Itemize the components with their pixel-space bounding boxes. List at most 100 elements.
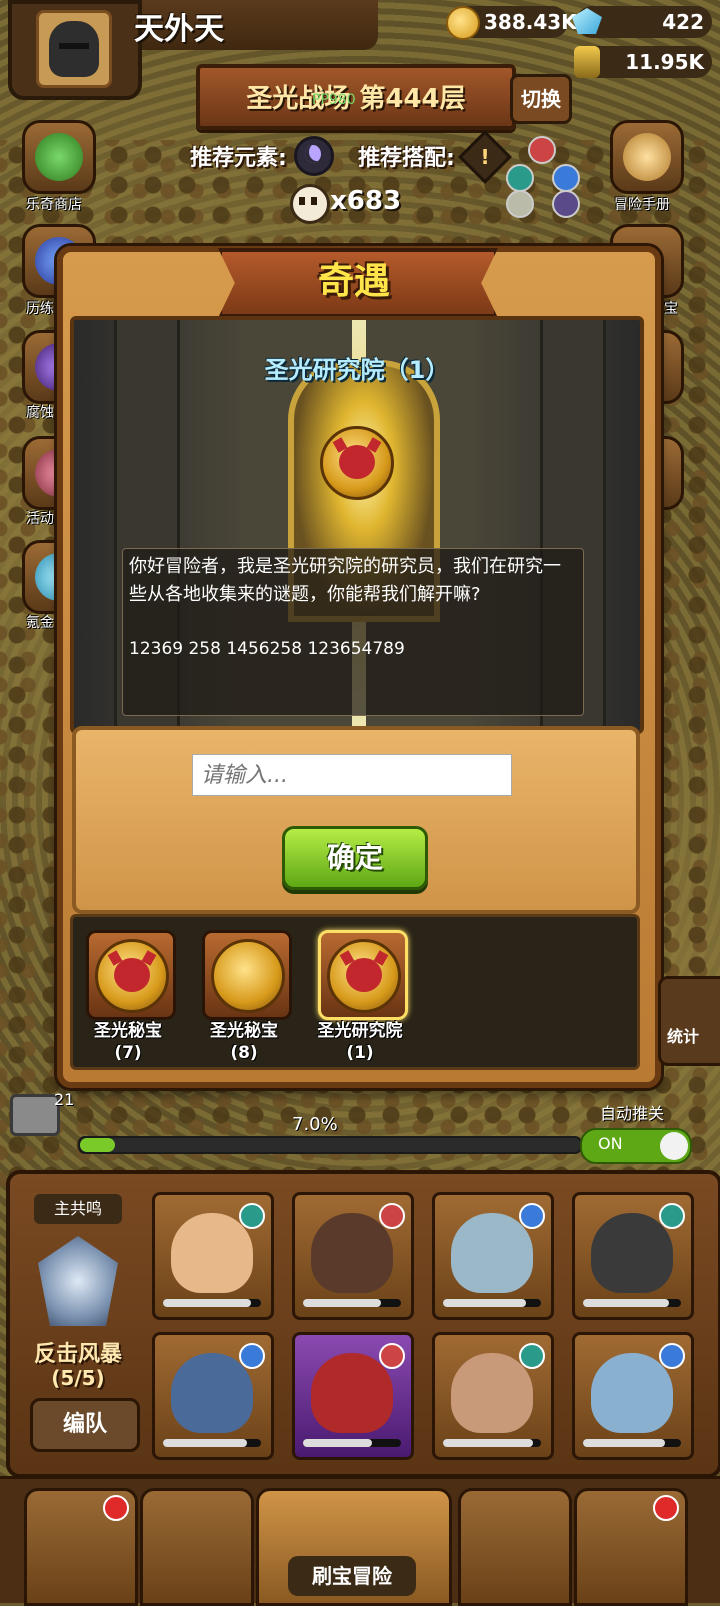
stage-banner: 圣光战场 第444层 PP980 [196, 64, 516, 130]
hero-portrait [171, 1353, 253, 1433]
moon-element-icon-small [552, 190, 580, 218]
adventure-manual-label: 冒险手册 [614, 197, 670, 213]
water-element-icon [239, 1343, 265, 1369]
stage-progress-bar [78, 1136, 582, 1154]
recharge-label: 氪金 [26, 615, 54, 631]
recommend-combo-label: 推荐搭配: [358, 146, 455, 171]
hero-card[interactable] [432, 1192, 554, 1320]
stats-button[interactable]: 统计 [658, 976, 720, 1066]
tab-count: (7) [114, 1043, 142, 1063]
formation-button[interactable]: 编队 [30, 1398, 140, 1452]
gem-amount: 422 [662, 10, 704, 34]
confirm-button[interactable]: 确定 [282, 826, 428, 890]
knight-helmet-icon [49, 21, 99, 77]
player-name: 天外天 [134, 12, 224, 47]
hero-card[interactable] [572, 1332, 694, 1460]
story-text: 你好冒险者，我是圣光研究院的研究员，我们在研究一些从各地收集来的谜题，你能帮我们… [129, 556, 561, 605]
auto-push-label: 自动推关 [600, 1104, 665, 1123]
resonance-tag: 主共鸣 [34, 1194, 122, 1224]
skill-count: (5/5) [51, 1366, 105, 1390]
avatar[interactable] [36, 10, 112, 88]
toggle-knob [660, 1132, 688, 1160]
toggle-state: ON [598, 1134, 623, 1153]
corrosion-label: 腐蚀 [26, 405, 54, 421]
nav-bag-button[interactable] [458, 1488, 572, 1606]
gem-pill[interactable]: 422 [572, 6, 712, 38]
coin-icon [446, 6, 480, 40]
shop-button[interactable] [22, 120, 96, 194]
hero-card[interactable] [152, 1192, 274, 1320]
nav-heroes-button[interactable] [140, 1488, 254, 1606]
notification-dot [653, 1495, 679, 1521]
potion-amount: 11.95K [625, 50, 704, 74]
skull-icon [290, 184, 330, 224]
coin-pill[interactable]: 388.43K [446, 6, 577, 40]
hero-card[interactable] [292, 1332, 414, 1460]
chest-icon[interactable] [10, 1094, 60, 1136]
nav-adventure-label: 刷宝冒险 [288, 1556, 416, 1596]
fire-element-icon [379, 1203, 405, 1229]
tab-holy-treasure-8[interactable]: 圣光秘宝 (8) [196, 930, 292, 1063]
hero-portrait [311, 1353, 393, 1433]
wind-element-icon [506, 164, 534, 192]
light-element-icon [506, 190, 534, 218]
potion-pill[interactable]: 11.95K [574, 46, 712, 78]
hero-portrait [451, 1353, 533, 1433]
devil-medal-icon [95, 939, 169, 1013]
event-label: 活动 [26, 511, 54, 527]
hero-card[interactable] [152, 1332, 274, 1460]
hero-portrait [591, 1353, 673, 1433]
moon-element-icon[interactable] [294, 136, 334, 176]
hero-portrait [451, 1213, 533, 1293]
clover-icon [35, 133, 83, 181]
player-avatar-frame[interactable] [8, 0, 142, 100]
shop-label: 乐奇商店 [26, 197, 82, 213]
answer-input[interactable] [192, 754, 512, 796]
stage-power: PP980 [312, 92, 356, 108]
water-element-icon [659, 1343, 685, 1369]
progress-text: 7.0% [292, 1114, 338, 1135]
wind-element-icon [659, 1203, 685, 1229]
hero-portrait [591, 1213, 673, 1293]
nav-forge-button[interactable] [574, 1488, 688, 1606]
hero-card[interactable] [292, 1192, 414, 1320]
tab-count: (8) [230, 1043, 258, 1063]
stats-label: 统计 [667, 1027, 700, 1046]
fire-element-icon [379, 1343, 405, 1369]
scene-title: 圣光研究院（1） [264, 356, 450, 384]
tab-holy-treasure-7[interactable]: 圣光秘宝 (7) [80, 930, 176, 1063]
recommend-element-label: 推荐元素: [190, 146, 287, 171]
switch-stage-button[interactable]: 切换 [510, 74, 572, 124]
wind-element-icon [239, 1203, 265, 1229]
tab-label: 圣光秘宝 [94, 1021, 162, 1041]
auto-push-toggle[interactable]: ON [580, 1128, 692, 1164]
hero-card[interactable] [432, 1332, 554, 1460]
tab-label: 圣光研究院 [317, 1021, 403, 1041]
story-textbox: 你好冒险者，我是圣光研究院的研究员，我们在研究一些从各地收集来的谜题，你能帮我们… [122, 548, 584, 716]
adventure-manual-button[interactable] [610, 120, 684, 194]
notification-dot [103, 1495, 129, 1521]
fire-element-icon [528, 136, 556, 164]
coin-amount: 388.43K [484, 10, 577, 34]
hero-portrait [311, 1213, 393, 1293]
chest-count: 21 [54, 1090, 75, 1109]
stage-title: 圣光战场 第444层 [246, 84, 466, 114]
hero-portrait [171, 1213, 253, 1293]
hero-card[interactable] [572, 1192, 694, 1320]
trial-label: 历练 [26, 301, 54, 317]
potion-jar-icon [574, 46, 600, 78]
water-element-icon [552, 164, 580, 192]
armor-medal-icon [211, 939, 285, 1013]
water-element-icon [519, 1203, 545, 1229]
devil-medal-icon [327, 939, 401, 1013]
scroll-icon [623, 133, 671, 181]
puzzle-code: 12369 258 1456258 123654789 [129, 639, 405, 659]
skill-name: 反击风暴 [33, 1342, 122, 1367]
nav-shop-button[interactable] [24, 1488, 138, 1606]
tab-holy-institute-1[interactable]: 圣光研究院 (1) [312, 930, 408, 1063]
tab-label: 圣光秘宝 [210, 1021, 278, 1041]
tab-count: (1) [346, 1043, 374, 1063]
dialog-title: 奇遇 [317, 261, 390, 302]
progress-fill [80, 1138, 115, 1152]
wind-element-icon [519, 1343, 545, 1369]
